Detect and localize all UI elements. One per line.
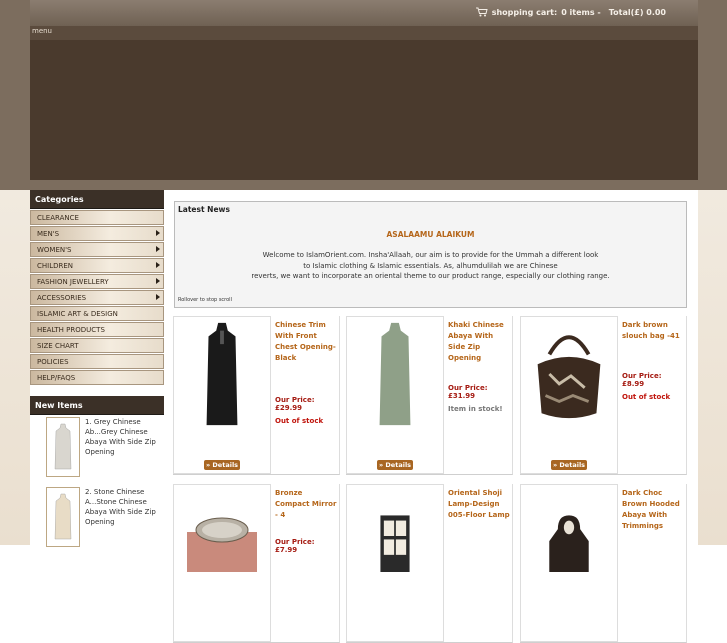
category-item[interactable]: CLEARANCE <box>30 210 164 225</box>
product-card: » Details Khaki Chinese Abaya With Side Z… <box>346 316 513 475</box>
product-image-frame <box>520 484 618 642</box>
category-item[interactable]: FASHION JEWELLERY <box>30 274 164 289</box>
product-price: Our Price: £8.99 <box>622 372 662 388</box>
category-label: HELP/FAQS <box>37 373 76 382</box>
latest-news-title: Latest News <box>178 205 230 214</box>
category-item[interactable]: ACCESSORIES <box>30 290 164 305</box>
details-button[interactable]: » Details <box>204 460 240 470</box>
new-item[interactable]: 1. Grey Chinese Ab...Grey Chinese Abaya … <box>30 415 164 485</box>
stock-status: Item in stock! <box>448 405 503 413</box>
product-image-frame: » Details <box>346 316 444 474</box>
product-price: Our Price: £31.99 <box>448 384 488 400</box>
submenu-arrow-icon <box>156 230 160 236</box>
header-bar: shopping cart: 0 items - Total(£) 0.00 <box>30 0 698 26</box>
product-card: » Details Chinese Trim With Front Chest O… <box>173 316 340 475</box>
product-name-link[interactable]: Chinese Trim With Front Chest Opening-Bl… <box>275 320 339 364</box>
stock-status: Out of stock <box>622 393 671 401</box>
category-label: WOMEN'S <box>37 245 72 254</box>
product-card: Oriental Shoji Lamp-Design 005-Floor Lam… <box>346 484 513 643</box>
details-button[interactable]: » Details <box>377 460 413 470</box>
new-items-list: 1. Grey Chinese Ab...Grey Chinese Abaya … <box>30 415 164 555</box>
categories-title: Categories <box>30 190 164 209</box>
stock-status: Out of stock <box>275 417 324 425</box>
details-button[interactable]: » Details <box>551 460 587 470</box>
product-name-link[interactable]: Oriental Shoji Lamp-Design 005-Floor Lam… <box>448 488 512 521</box>
new-item-text[interactable]: 2. Stone Chinese A...Stone Chinese Abaya… <box>85 487 160 547</box>
latest-news-box: Latest News ASALAAMU ALAIKUM Welcome to … <box>174 201 687 308</box>
banner <box>30 40 698 180</box>
category-item[interactable]: ISLAMIC ART & DESIGN <box>30 306 164 321</box>
news-line: Welcome to IslamOrient.com. Insha'Allaah… <box>262 251 599 259</box>
submenu-arrow-icon <box>156 246 160 252</box>
categories-panel: Categories CLEARANCE MEN'S WOMEN'S CHILDREN… <box>30 190 164 385</box>
shopping-cart[interactable]: shopping cart: 0 items - Total(£) 0.00 <box>475 7 666 17</box>
category-label: CLEARANCE <box>37 213 79 222</box>
submenu-arrow-icon <box>156 278 160 284</box>
product-image-frame: » Details <box>520 316 618 474</box>
cart-total: Total(£) 0.00 <box>608 7 666 17</box>
compact-mirror-icon[interactable] <box>182 489 262 595</box>
product-image-frame <box>173 484 271 642</box>
category-item[interactable]: MEN'S <box>30 226 164 241</box>
category-item[interactable]: HELP/FAQS <box>30 370 164 385</box>
product-card: » Details Dark brown slouch bag -41 Our Pr… <box>520 316 687 475</box>
shopping-cart-icon <box>475 7 488 17</box>
category-label: HEALTH PRODUCTS <box>37 325 105 334</box>
product-name-link[interactable]: Dark brown slouch bag -41 <box>622 320 686 342</box>
category-item[interactable]: HEALTH PRODUCTS <box>30 322 164 337</box>
menu-label[interactable]: menu <box>32 27 52 35</box>
product-card: Bronze Compact Mirror - 4 Our Price: £7.9… <box>173 484 340 643</box>
product-card: Dark Choc Brown Hooded Abaya With Trimmi… <box>520 484 687 643</box>
news-line: reverts, we want to incorporate an orien… <box>251 272 610 280</box>
category-label: ACCESSORIES <box>37 293 87 302</box>
category-item[interactable]: SIZE CHART <box>30 338 164 353</box>
category-label: CHILDREN <box>37 261 74 270</box>
news-text: Welcome to IslamOrient.com. Insha'Allaah… <box>175 250 686 282</box>
product-price: Our Price: £29.99 <box>275 396 315 412</box>
product-image-frame: » Details <box>173 316 271 474</box>
product-name-link[interactable]: Dark Choc Brown Hooded Abaya With Trimmi… <box>622 488 686 532</box>
submenu-arrow-icon <box>156 262 160 268</box>
news-greeting: ASALAAMU ALAIKUM <box>386 230 475 239</box>
category-label: FASHION JEWELLERY <box>37 277 109 286</box>
news-line: to Islamic clothing & Islamic essentials… <box>303 261 558 270</box>
category-label: SIZE CHART <box>37 341 79 350</box>
category-label: ISLAMIC ART & DESIGN <box>37 309 118 318</box>
category-item[interactable]: CHILDREN <box>30 258 164 273</box>
shoji-lamp-icon[interactable] <box>355 489 435 595</box>
category-label: MEN'S <box>37 229 60 238</box>
abaya-thumbnail-icon[interactable] <box>46 417 80 477</box>
news-scroll-hint: Rollover to stop scroll <box>178 297 232 303</box>
khaki-abaya-icon[interactable] <box>355 321 435 427</box>
cart-label: shopping cart: <box>491 7 558 17</box>
category-label: POLICIES <box>37 357 69 366</box>
black-abaya-icon[interactable] <box>182 321 262 427</box>
new-item-text[interactable]: 1. Grey Chinese Ab...Grey Chinese Abaya … <box>85 417 160 477</box>
new-items-panel: New Items 1. Grey Chinese Ab...Grey Chin… <box>30 396 164 555</box>
categories-list: CLEARANCE MEN'S WOMEN'S CHILDREN FASHION JEW… <box>30 210 164 385</box>
new-items-title: New Items <box>30 396 164 415</box>
category-item[interactable]: POLICIES <box>30 354 164 369</box>
submenu-arrow-icon <box>156 294 160 300</box>
abaya-thumbnail-icon[interactable] <box>46 487 80 547</box>
product-price: Our Price: £7.99 <box>275 538 315 554</box>
cart-items: 0 items - <box>561 7 601 17</box>
category-item[interactable]: WOMEN'S <box>30 242 164 257</box>
page-content: Categories CLEARANCE MEN'S WOMEN'S CHILDREN… <box>30 190 698 643</box>
product-name-link[interactable]: Bronze Compact Mirror - 4 <box>275 488 339 521</box>
product-name-link[interactable]: Khaki Chinese Abaya With Side Zip Openin… <box>448 320 512 364</box>
banner-top-strip <box>30 26 698 40</box>
handbag-icon[interactable] <box>529 321 609 427</box>
product-image-frame <box>346 484 444 642</box>
hooded-abaya-icon[interactable] <box>529 489 609 595</box>
